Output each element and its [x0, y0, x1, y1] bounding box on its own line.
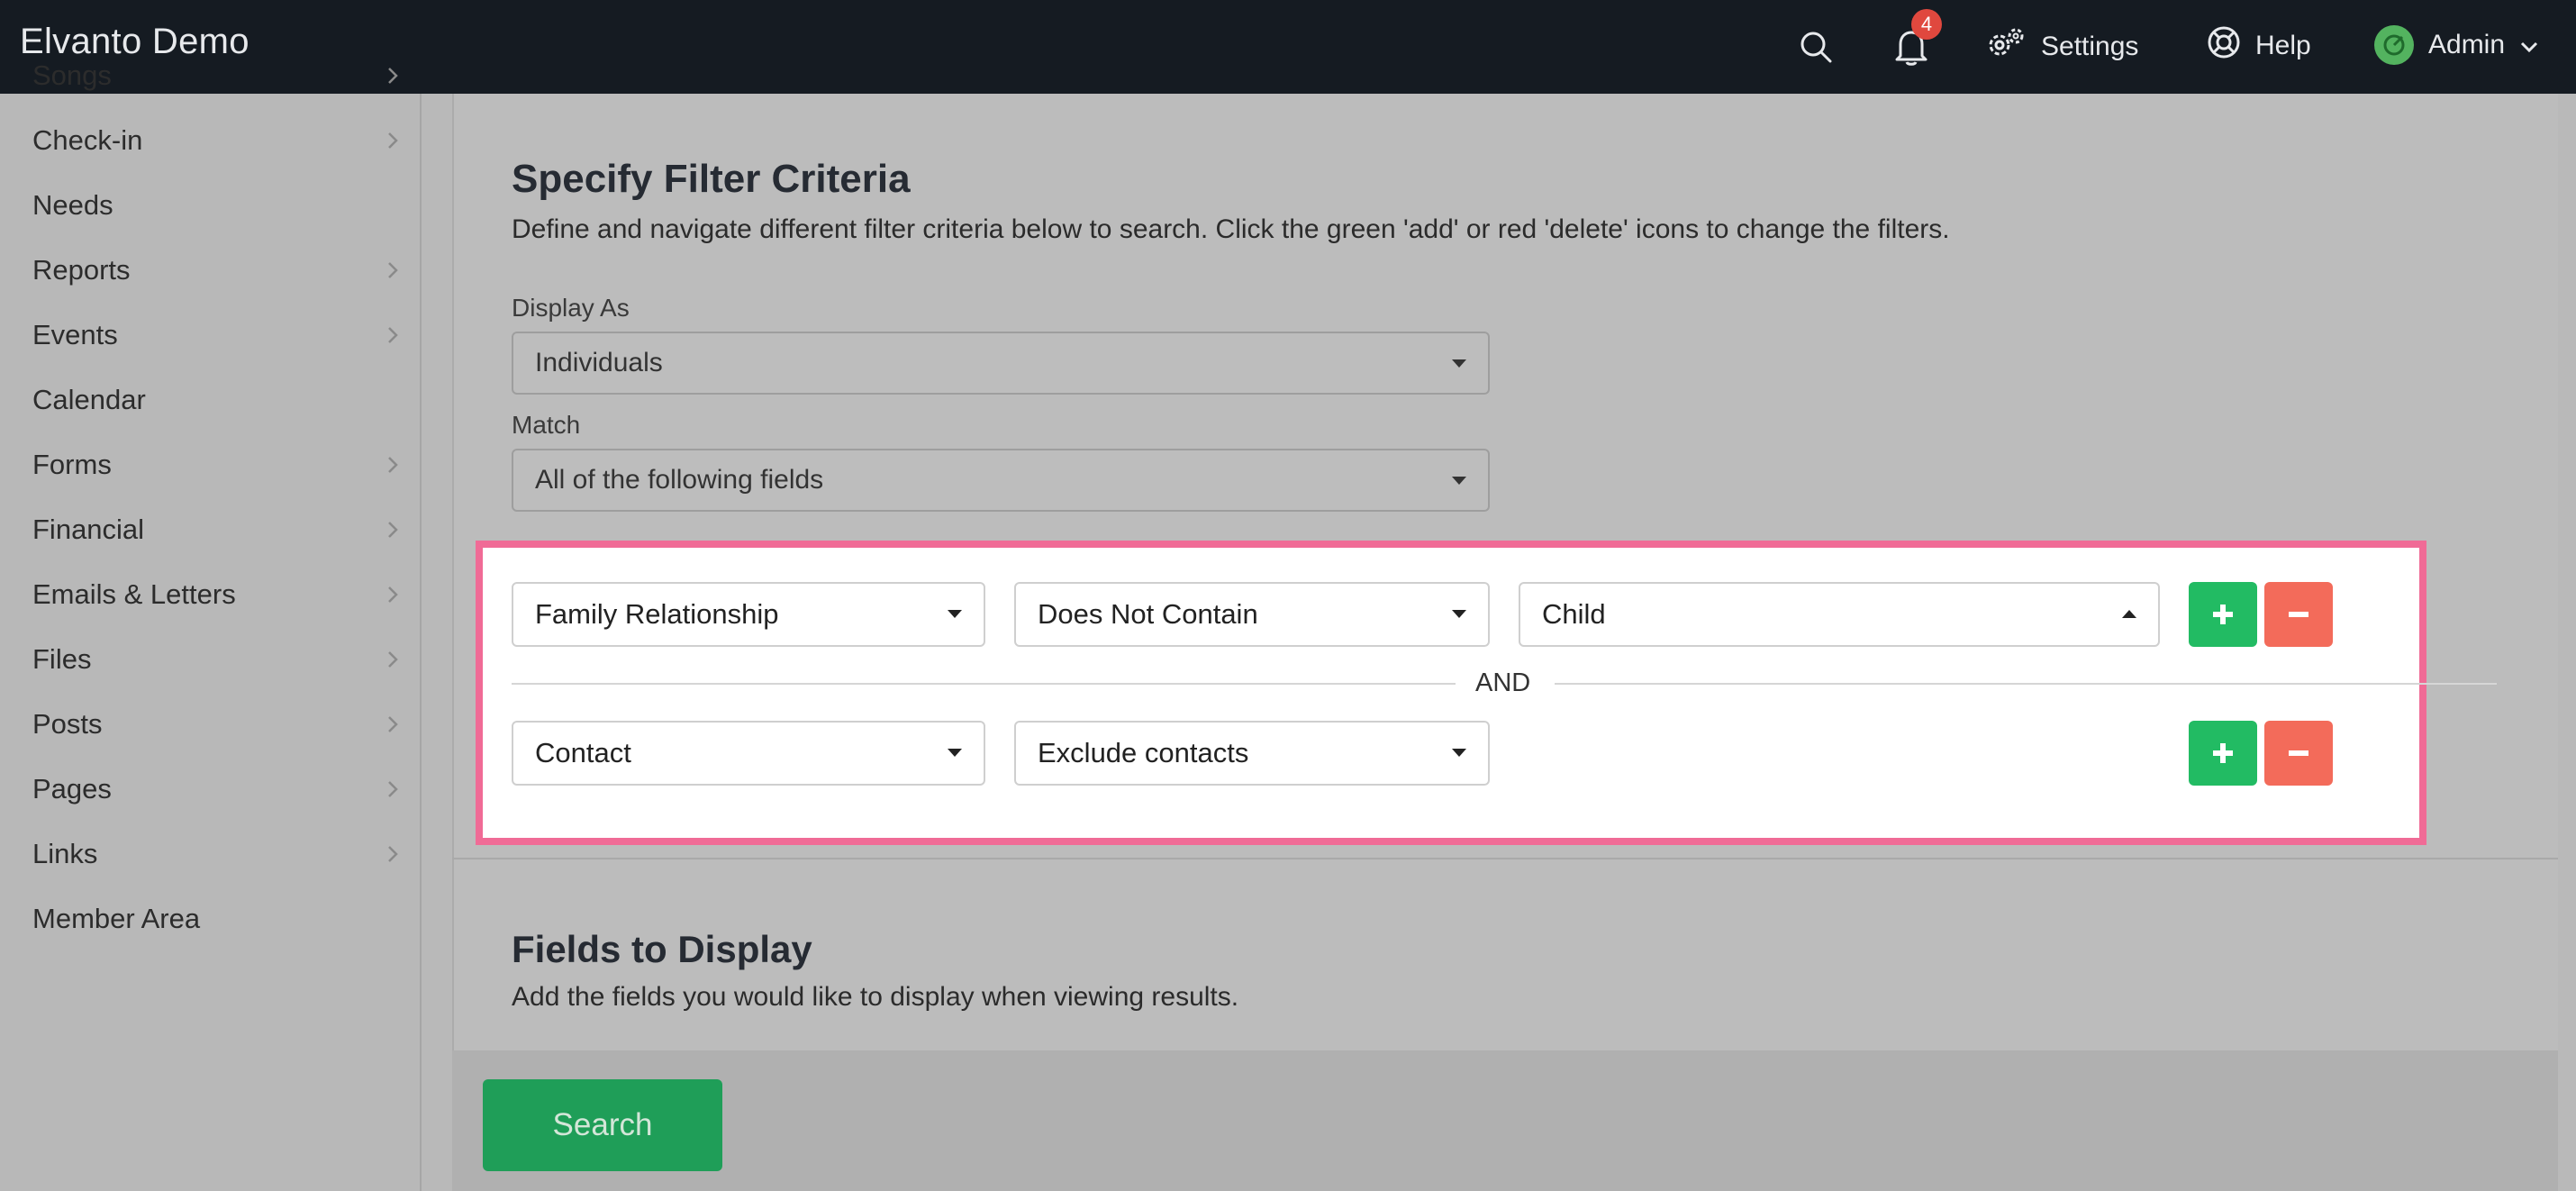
filter-operator-value: Does Not Contain [1038, 598, 1258, 630]
chevron-right-icon [384, 521, 402, 539]
sidebar-item[interactable]: Files [32, 632, 402, 686]
sidebar-item[interactable]: Emails & Letters [32, 568, 402, 622]
sidebar-item[interactable]: Pages [32, 762, 402, 816]
caret-down-icon [1452, 359, 1466, 368]
sidebar-item-label: Member Area [32, 903, 201, 934]
sidebar-item-label: Posts [32, 708, 103, 740]
settings-link[interactable]: Settings [1985, 25, 2138, 68]
caret-down-icon [1452, 610, 1466, 618]
search-icon[interactable] [1792, 23, 1839, 70]
sidebar-item[interactable]: Financial [32, 503, 402, 557]
sidebar-item[interactable]: Posts [32, 697, 402, 751]
sidebar-item-label: Needs [32, 189, 113, 221]
delete-filter-button[interactable] [2264, 721, 2333, 786]
chevron-down-icon [2519, 30, 2539, 60]
plus-icon [2213, 743, 2233, 763]
sidebar-item-label: Check-in [32, 124, 143, 156]
fields-section-title: Fields to Display [512, 928, 812, 970]
filter-field-value: Family Relationship [535, 598, 779, 630]
sidebar-item-label: Files [32, 643, 92, 675]
help-link[interactable]: Help [2207, 25, 2311, 67]
filter-value-select[interactable]: Child [1519, 582, 2160, 647]
sidebar-item-label: Emails & Letters [32, 578, 236, 610]
filter-field-value: Contact [535, 737, 631, 768]
match-value: All of the following fields [535, 465, 824, 495]
sidebar-item[interactable]: Needs [32, 178, 402, 232]
filter-operator-select[interactable]: Exclude contacts [1014, 721, 1490, 786]
add-filter-button[interactable] [2189, 582, 2257, 647]
settings-label: Settings [2041, 32, 2139, 61]
filter-operator-value: Exclude contacts [1038, 737, 1249, 768]
user-menu[interactable]: Admin [2374, 25, 2539, 65]
chevron-right-icon [384, 261, 402, 279]
display-as-label: Display As [512, 294, 630, 322]
chevron-right-icon [384, 67, 402, 85]
sidebar-item[interactable]: Links [32, 827, 402, 881]
caret-down-icon [948, 610, 962, 618]
avatar [2374, 25, 2414, 65]
sidebar-item[interactable]: Reports [32, 243, 402, 297]
display-as-select[interactable]: Individuals [512, 332, 1490, 395]
sidebar-item-label: Events [32, 319, 118, 350]
chevron-right-icon [384, 780, 402, 798]
action-footer [452, 1050, 2558, 1191]
filter-field-select[interactable]: Contact [512, 721, 985, 786]
minus-icon [2289, 750, 2308, 756]
chevron-right-icon [384, 586, 402, 604]
sidebar-item-label: Forms [32, 449, 112, 480]
caret-up-icon [2122, 610, 2136, 618]
sidebar-item-label: Calendar [32, 384, 146, 415]
sidebar-item[interactable]: Calendar [32, 373, 402, 427]
chevron-right-icon [384, 456, 402, 474]
delete-filter-button[interactable] [2264, 582, 2333, 647]
filter-description: Define and navigate different filter cri… [512, 214, 1950, 244]
chevron-right-icon [384, 650, 402, 668]
add-filter-button[interactable] [2189, 721, 2257, 786]
search-button[interactable]: Search [483, 1079, 722, 1171]
notification-badge: 4 [1911, 9, 1942, 40]
and-divider-left [512, 683, 1456, 685]
caret-down-icon [948, 749, 962, 757]
user-label: Admin [2428, 30, 2506, 59]
sidebar-item[interactable]: Member Area [32, 892, 402, 946]
lifebuoy-icon [2207, 25, 2241, 67]
fields-section-description: Add the fields you would like to display… [512, 982, 1239, 1012]
chevron-right-icon [384, 845, 402, 863]
filter-value-value: Child [1542, 598, 1606, 630]
sidebar-item[interactable]: Songs [32, 49, 402, 103]
gears-icon [1985, 25, 2027, 68]
display-as-value: Individuals [535, 348, 663, 377]
sidebar-item-label: Financial [32, 514, 145, 545]
and-joiner-label: AND [1475, 668, 1531, 697]
sidebar-item-label: Songs [32, 59, 112, 91]
chevron-right-icon [384, 132, 402, 150]
sidebar-item[interactable]: Forms [32, 438, 402, 492]
caret-down-icon [1452, 749, 1466, 757]
plus-icon [2213, 605, 2233, 624]
minus-icon [2289, 612, 2308, 617]
filter-field-select[interactable]: Family Relationship [512, 582, 985, 647]
match-select[interactable]: All of the following fields [512, 449, 1490, 512]
sidebar-item-label: Links [32, 838, 98, 869]
sidebar-item-label: Pages [32, 773, 112, 805]
filter-operator-select[interactable]: Does Not Contain [1014, 582, 1490, 647]
help-label: Help [2255, 31, 2311, 60]
page-title: Specify Filter Criteria [512, 157, 911, 201]
sidebar-item[interactable]: Events [32, 308, 402, 362]
chevron-right-icon [384, 326, 402, 344]
chevron-right-icon [384, 715, 402, 733]
sidebar-item[interactable]: Check-in [32, 114, 402, 168]
match-label: Match [512, 411, 581, 439]
section-divider [452, 858, 2558, 859]
sidebar-item-label: Reports [32, 254, 131, 286]
caret-down-icon [1452, 477, 1466, 485]
and-divider-right [1555, 683, 2497, 685]
